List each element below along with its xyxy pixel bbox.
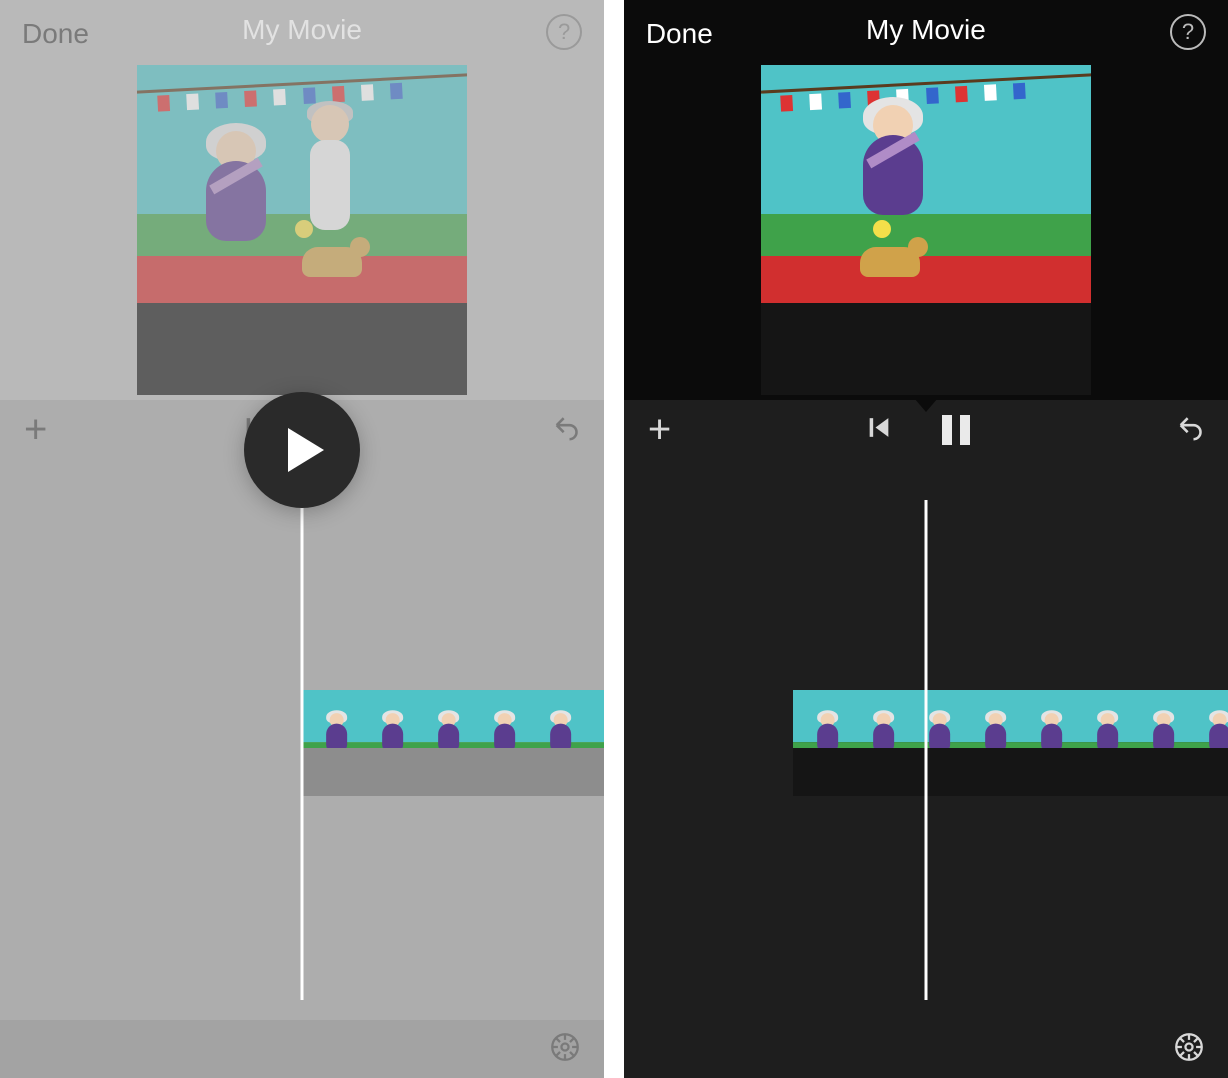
clip-thumbnail [1073,690,1129,748]
gear-icon [1172,1030,1206,1064]
project-title: My Movie [866,14,986,46]
playhead-line[interactable] [301,500,304,1000]
screen-left: Done My Movie ? + [0,0,604,1078]
playhead-marker-icon [914,398,938,412]
clip-thumbnail [961,690,1017,748]
pause-icon [942,415,970,445]
clip-thumbnail [1017,690,1073,748]
preview-image [761,65,1091,395]
timeline[interactable] [0,460,604,1020]
clip-thumbnail [358,690,414,748]
screen-right: Done My Movie ? + [624,0,1228,1078]
settings-button[interactable] [1172,1030,1206,1069]
undo-button[interactable] [1176,414,1204,447]
skip-back-icon [865,414,893,442]
add-icon: + [24,408,47,452]
help-icon: ? [558,19,570,45]
clip-thumbnail [1129,690,1185,748]
done-button[interactable]: Done [646,18,713,50]
bottom-toolbar [624,1020,1228,1078]
help-button[interactable]: ? [546,14,582,50]
gear-icon [548,1030,582,1064]
clip-audio-track[interactable] [793,748,1228,796]
skip-to-start-button[interactable] [865,414,893,447]
help-icon: ? [1182,19,1194,45]
clip-thumbnail [793,690,849,748]
clip-thumbnail [302,690,358,748]
play-icon [288,428,324,472]
clip-thumbnail [1185,690,1228,748]
preview-frame [137,65,467,395]
play-button[interactable] [244,392,360,508]
video-preview[interactable] [624,60,1228,400]
clip-thumbnail [905,690,961,748]
clip-thumbnail [582,690,604,748]
clip-audio-track[interactable] [302,748,604,796]
bottom-toolbar [0,1020,604,1078]
done-button[interactable]: Done [22,18,89,50]
project-title: My Movie [242,14,362,46]
video-preview[interactable] [0,60,604,400]
header: Done My Movie ? [0,0,604,60]
undo-icon [552,414,580,442]
pause-button[interactable] [942,415,970,445]
clip-thumbnail [849,690,905,748]
preview-frame [761,65,1091,395]
playhead-line[interactable] [924,500,927,1000]
app-container: Done My Movie ? + [0,0,1228,1078]
add-media-button[interactable]: + [24,408,47,453]
clip-thumbnail [414,690,470,748]
screen-divider [604,0,624,1078]
undo-icon [1176,414,1204,442]
preview-image [137,65,467,395]
undo-button[interactable] [552,414,580,447]
settings-button[interactable] [548,1030,582,1069]
timeline[interactable] [624,460,1228,1020]
clip-thumbnail [526,690,582,748]
add-icon: + [648,408,671,452]
clip-thumbnail [470,690,526,748]
add-media-button[interactable]: + [648,408,671,453]
header: Done My Movie ? [624,0,1228,60]
help-button[interactable]: ? [1170,14,1206,50]
edit-toolbar: + [624,400,1228,460]
